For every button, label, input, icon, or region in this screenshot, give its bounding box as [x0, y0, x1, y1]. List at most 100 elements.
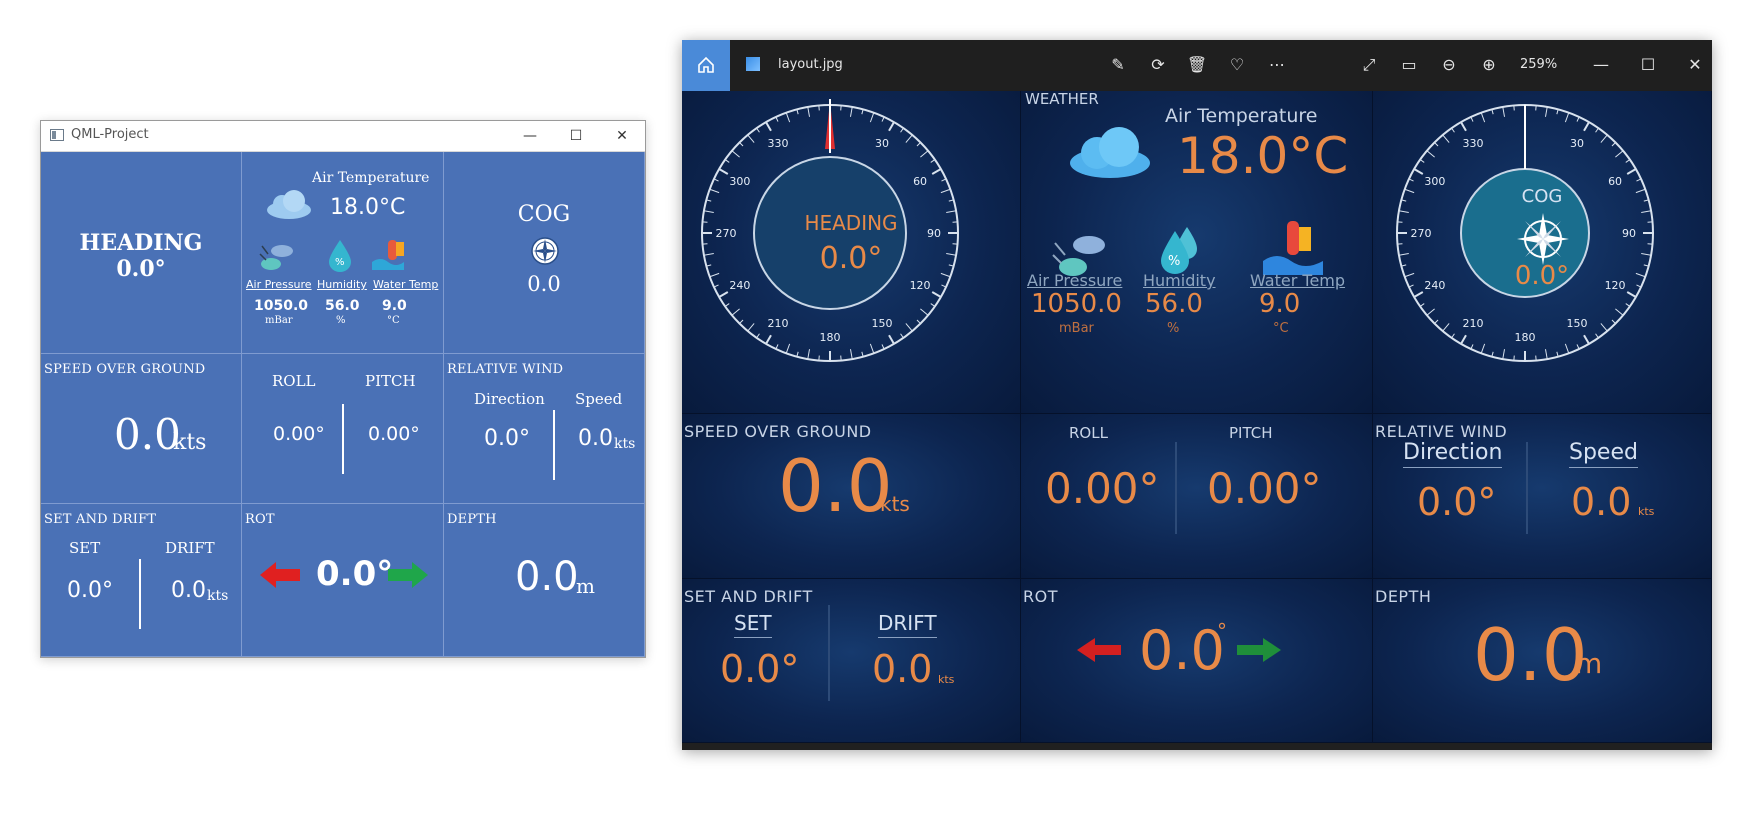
heading-dial-tick	[713, 178, 719, 182]
photos-toolbar: layout.jpg ✎ ⟳ 🗑 ♡ ⋯ ⤢ ▭ ⊖ ⊕ 259% — ☐ ✕	[682, 40, 1712, 91]
img-water-temp-label: Water Temp	[1250, 271, 1346, 290]
heading-dial-tick	[916, 319, 921, 324]
img-roll-label: ROLL	[1069, 424, 1108, 442]
img-set-drift-divider	[828, 605, 830, 701]
set-drift-panel: SET AND DRIFT SET DRIFT 0.0° 0.0 kts	[41, 504, 242, 657]
heading-dial-tick-label: 60	[913, 175, 927, 188]
img-depth-unit: m	[1575, 647, 1603, 680]
air-temp-label: Air Temperature	[312, 170, 430, 186]
cog-dial-tick-label: 180	[1515, 331, 1536, 344]
heading-dial-tick	[713, 284, 719, 288]
zoom-level[interactable]: 259%	[1520, 57, 1557, 72]
dashboard: HEADING 0.0° Air Temperature 18.0°C % Ai…	[41, 152, 645, 657]
heading-dial-tick	[785, 112, 791, 123]
img-depth-panel: DEPTH 0.0 m	[1373, 579, 1712, 743]
minimize-icon[interactable]: —	[507, 121, 553, 151]
cog-dial-tick	[1576, 116, 1580, 122]
cog-dial-tick	[1615, 308, 1624, 316]
img-depth-value: 0.0	[1473, 613, 1588, 697]
heading-panel: HEADING 0.0°	[41, 152, 242, 354]
heading-dial-tick-label: 240	[729, 279, 750, 292]
drift-label: DRIFT	[165, 539, 215, 557]
heading-dial-tick-label: 300	[729, 175, 750, 188]
img-rot-panel: ROT 0.0 °	[1021, 579, 1373, 743]
heading-dial-tick	[905, 323, 913, 332]
air-pressure-value: 1050.0	[254, 298, 309, 314]
maximize-icon[interactable]: ☐	[553, 121, 599, 151]
heading-label: HEADING	[79, 230, 203, 256]
depth-unit: m	[576, 574, 595, 598]
cog-dial-tick	[1636, 178, 1642, 182]
img-compass-rose-icon	[1517, 213, 1569, 265]
img-wind-direction-label: Direction	[1403, 440, 1503, 468]
delete-icon[interactable]: 🗑	[1184, 52, 1210, 78]
water-temp-link[interactable]: Water Temp	[373, 278, 438, 291]
maximize-icon[interactable]: ☐	[1635, 52, 1661, 78]
close-icon[interactable]: ✕	[1682, 52, 1708, 78]
file-thumbnail-icon	[746, 57, 760, 71]
heading-dial-tick	[900, 127, 904, 133]
svg-text:%: %	[335, 257, 345, 268]
cog-label: COG	[517, 202, 571, 227]
zoom-out-icon[interactable]: ⊖	[1436, 52, 1462, 78]
img-wind-speed-unit: kts	[1638, 505, 1655, 518]
cog-dial-tick-label: 150	[1567, 317, 1588, 330]
cog-dial-tick-label: 90	[1622, 227, 1636, 240]
cog-dial-tick	[1544, 349, 1548, 360]
cog-dial-tick	[1442, 323, 1450, 332]
img-air-temp-value: 18.0°C	[1177, 127, 1349, 185]
img-pitch-value: 0.00°	[1207, 464, 1322, 513]
img-water-temp-unit: °C	[1273, 321, 1289, 336]
cog-dial-tick	[1398, 252, 1409, 256]
cog-dial-tick	[1502, 106, 1506, 117]
heading-dial-tick-label: 30	[875, 137, 889, 150]
cog-dial-tick	[1595, 127, 1599, 133]
rotate-icon[interactable]: ⟳	[1145, 52, 1171, 78]
qml-titlebar[interactable]: QML-Project — ☐ ✕	[41, 121, 645, 152]
img-heading-label: HEADING	[804, 211, 898, 235]
cog-value: 0.0	[527, 272, 561, 296]
edit-image-icon[interactable]: ✎	[1105, 52, 1131, 78]
cog-dial-tick	[1564, 112, 1570, 123]
img-humidity-value: 56.0	[1145, 289, 1203, 319]
cog-dial-tick	[1611, 142, 1616, 147]
humidity-unit: %	[336, 315, 346, 326]
image-viewer[interactable]: 30 60 90 120 150 180 210 240 270 300 330 HEADING 0…	[682, 91, 1712, 743]
humidity-value: 56.0	[325, 298, 360, 314]
cog-dial-tick	[1626, 291, 1637, 298]
zoom-in-icon[interactable]: ⊕	[1476, 52, 1502, 78]
cog-dial-tick	[1413, 291, 1424, 298]
fit-icon[interactable]: ▭	[1396, 52, 1422, 78]
cog-dial-tick	[1583, 334, 1590, 345]
wind-direction-value: 0.0°	[484, 426, 530, 451]
img-rot-value: 0.0	[1139, 619, 1225, 682]
home-button[interactable]	[682, 40, 730, 91]
humidity-link[interactable]: Humidity	[317, 278, 367, 291]
favorite-icon[interactable]: ♡	[1224, 52, 1250, 78]
img-weather-label: WEATHER	[1025, 91, 1099, 108]
img-set-value: 0.0°	[720, 647, 800, 691]
expand-icon[interactable]: ⤢	[1356, 52, 1382, 78]
cog-dial-tick	[1600, 323, 1608, 332]
img-sog-value: 0.0	[778, 444, 893, 528]
img-air-pressure-label: Air Pressure	[1027, 271, 1123, 290]
cog-dial-tick	[1451, 333, 1455, 339]
img-cog-label: COG	[1521, 186, 1563, 207]
img-roll-pitch-divider	[1175, 442, 1177, 534]
cog-dial-tick	[1564, 343, 1570, 354]
air-pressure-link[interactable]: Air Pressure	[246, 278, 312, 291]
roll-value: 0.00°	[273, 423, 325, 445]
set-value: 0.0°	[67, 578, 113, 603]
humidity-drop-icon: %	[329, 240, 351, 272]
heading-dial-tick	[930, 303, 936, 307]
img-pitch-label: PITCH	[1229, 424, 1273, 442]
minimize-icon[interactable]: —	[1588, 52, 1614, 78]
close-icon[interactable]: ✕	[599, 121, 645, 151]
heading-dial-tick	[724, 303, 730, 307]
drift-value: 0.0	[171, 578, 206, 603]
heading-dial-tick	[731, 150, 740, 158]
more-icon[interactable]: ⋯	[1264, 52, 1290, 78]
img-weather-panel: WEATHER Air Temperature 18.0°C % Air Pre…	[1021, 91, 1373, 414]
heading-dial-tick	[869, 343, 875, 354]
cog-dial-tick-label: 270	[1411, 227, 1432, 240]
